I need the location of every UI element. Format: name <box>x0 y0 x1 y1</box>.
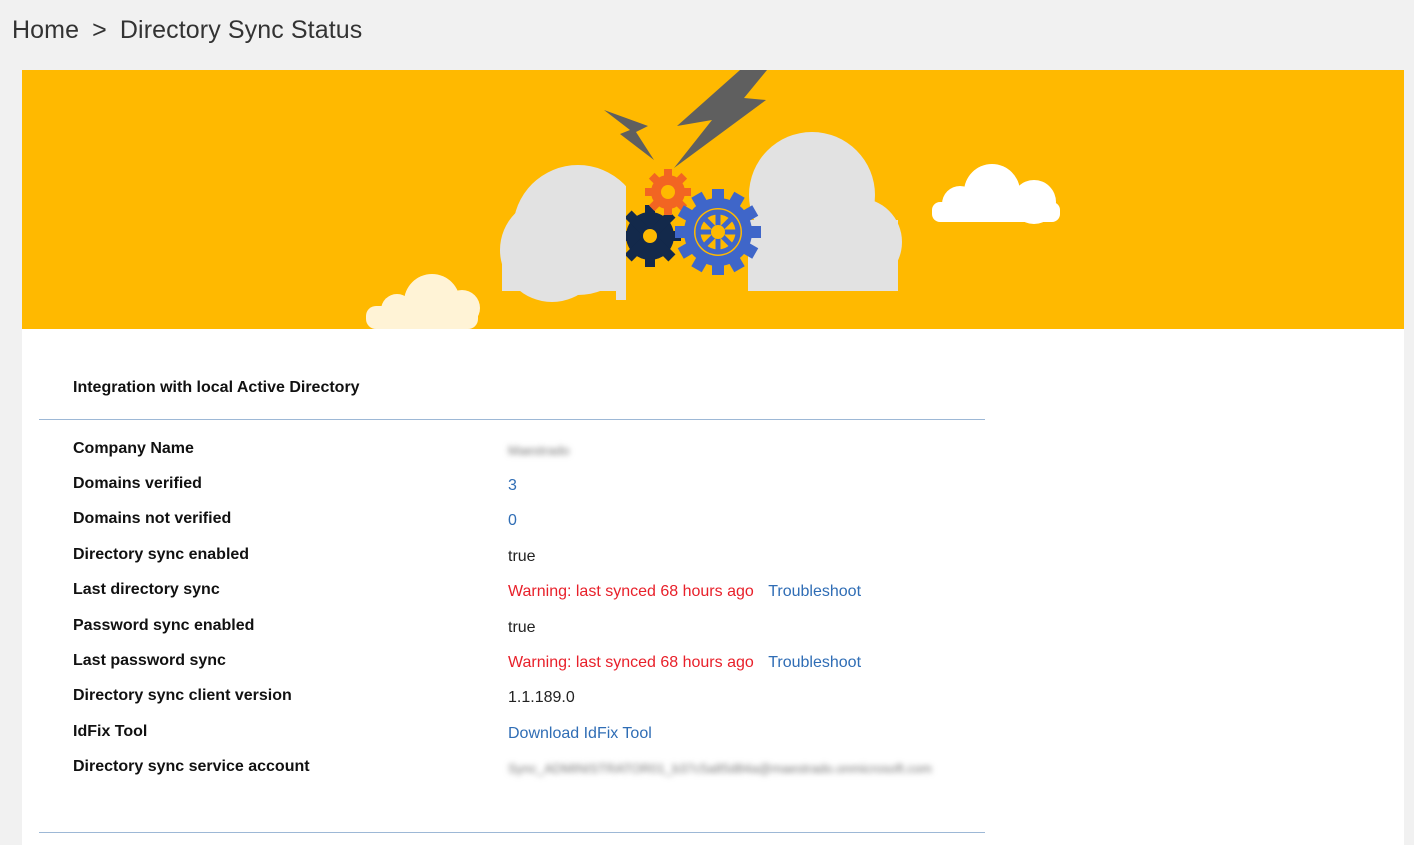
last-directory-sync-value: Warning: last synced 68 hours ago Troubl… <box>508 583 861 601</box>
last-directory-sync-warning: Warning: last synced 68 hours ago <box>508 583 754 600</box>
idfix-tool-value: Download IdFix Tool <box>508 725 652 743</box>
row-password-sync-enabled: Password sync enabled true <box>22 617 1022 647</box>
sync-status-banner <box>22 70 1404 329</box>
redacted-service-account: Sync_ADMINISTRATOR01_b37c5a85d84a@maestr… <box>508 761 932 776</box>
section-divider-top <box>39 419 985 420</box>
breadcrumb-home-link[interactable]: Home <box>12 16 79 44</box>
troubleshoot-password-sync-link[interactable]: Troubleshoot <box>768 654 861 671</box>
idfix-tool-label: IdFix Tool <box>73 723 148 740</box>
row-idfix-tool: IdFix Tool Download IdFix Tool <box>22 723 1022 753</box>
section-divider-bottom <box>39 832 985 833</box>
domains-not-verified-label: Domains not verified <box>73 510 232 527</box>
last-password-sync-label: Last password sync <box>73 652 226 669</box>
troubleshoot-directory-sync-link[interactable]: Troubleshoot <box>768 583 861 600</box>
large-lightning-icon <box>674 70 767 168</box>
domains-verified-label: Domains verified <box>73 475 202 492</box>
company-name-label: Company Name <box>73 440 194 457</box>
row-last-password-sync: Last password sync Warning: last synced … <box>22 652 1022 682</box>
row-domains-not-verified: Domains not verified 0 <box>22 510 1022 540</box>
row-service-account: Directory sync service account Sync_ADMI… <box>22 758 1022 788</box>
breadcrumb-separator: > <box>92 16 107 44</box>
password-sync-enabled-label: Password sync enabled <box>73 617 255 634</box>
company-name-value: Maestrado <box>508 442 569 460</box>
right-half-cloud-icon <box>748 132 902 291</box>
row-domains-verified: Domains verified 3 <box>22 475 1022 505</box>
directory-sync-enabled-label: Directory sync enabled <box>73 546 250 563</box>
row-last-directory-sync: Last directory sync Warning: last synced… <box>22 581 1022 611</box>
page-title: Directory Sync Status <box>119 16 363 44</box>
domains-verified-link[interactable]: 3 <box>508 477 517 494</box>
row-company-name: Company Name Maestrado <box>22 440 1022 470</box>
small-cloud-right-icon <box>932 164 1060 224</box>
main-panel: Integration with local Active Directory … <box>22 70 1404 845</box>
password-sync-enabled-value: true <box>508 619 536 636</box>
redacted-company-name: Maestrado <box>508 443 570 458</box>
section-title: Integration with local Active Directory <box>73 379 360 396</box>
last-directory-sync-label: Last directory sync <box>73 581 220 598</box>
domains-not-verified-link[interactable]: 0 <box>508 512 517 529</box>
row-client-version: Directory sync client version 1.1.189.0 <box>22 687 1022 717</box>
domains-not-verified-value: 0 <box>508 512 517 530</box>
last-password-sync-warning: Warning: last synced 68 hours ago <box>508 654 754 671</box>
client-version-label: Directory sync client version <box>73 687 292 704</box>
last-password-sync-value: Warning: last synced 68 hours ago Troubl… <box>508 654 861 672</box>
small-cloud-left-icon <box>366 274 480 329</box>
service-account-value: Sync_ADMINISTRATOR01_b37c5a85d84a@maestr… <box>508 760 932 778</box>
sync-illustration <box>366 70 1060 329</box>
domains-verified-value: 3 <box>508 477 517 495</box>
service-account-label: Directory sync service account <box>73 758 310 775</box>
directory-sync-enabled-value: true <box>508 548 536 565</box>
download-idfix-tool-link[interactable]: Download IdFix Tool <box>508 725 652 742</box>
breadcrumb: Home > Directory Sync Status <box>12 16 362 45</box>
client-version-value: 1.1.189.0 <box>508 689 575 706</box>
row-directory-sync-enabled: Directory sync enabled true <box>22 546 1022 576</box>
